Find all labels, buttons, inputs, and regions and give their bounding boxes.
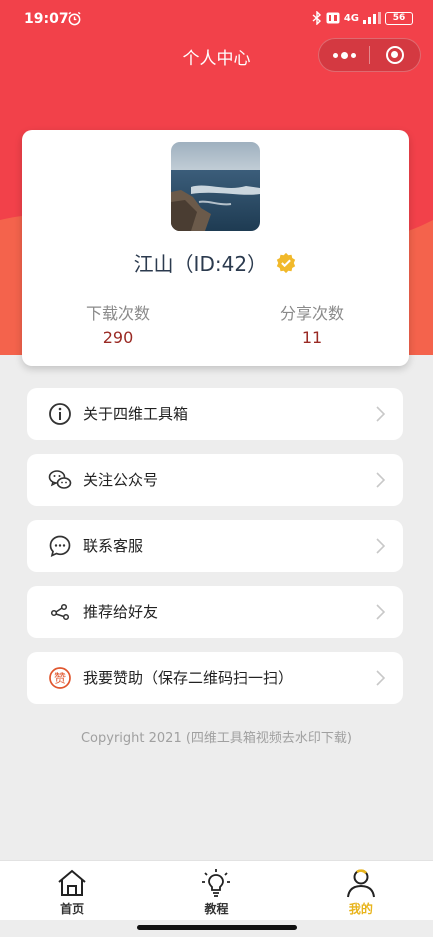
mini-program-capsule bbox=[318, 38, 421, 72]
copyright-text: Copyright 2021 (四维工具箱视频去水印下载) bbox=[80, 731, 352, 746]
status-indicators: 4G 56 bbox=[312, 11, 413, 25]
network-type: 4G bbox=[343, 12, 359, 24]
navigation-bar: 个人中心 bbox=[0, 38, 433, 74]
avatar-image bbox=[171, 142, 260, 231]
chevron-right-icon bbox=[376, 472, 385, 488]
tab-label: 首页 bbox=[60, 902, 85, 916]
tab-tutorial[interactable]: 教程 bbox=[144, 861, 288, 920]
menu-label: 推荐给好友 bbox=[83, 603, 159, 621]
username: 江山（ID:42） bbox=[133, 252, 268, 276]
status-time: 19:07 bbox=[24, 11, 69, 27]
menu-label: 关于四维工具箱 bbox=[83, 405, 189, 423]
avatar[interactable] bbox=[171, 142, 260, 231]
profile-card: 江山（ID:42） 下载次数 290 分享次数 11 bbox=[22, 130, 409, 366]
bluetooth-icon bbox=[312, 11, 321, 25]
share-count-stat: 分享次数 11 bbox=[247, 300, 377, 347]
chat-bubble-icon bbox=[49, 535, 71, 557]
menu-item-sponsor[interactable]: 赞 我要赞助（保存二维码扫一扫） bbox=[27, 652, 403, 704]
sponsor-icon: 赞 bbox=[49, 667, 71, 689]
share-icon bbox=[50, 603, 70, 621]
tab-mine[interactable]: 我的 bbox=[289, 861, 433, 920]
target-circle-icon bbox=[386, 46, 404, 64]
stat-label: 分享次数 bbox=[279, 304, 344, 323]
home-indicator bbox=[137, 925, 297, 930]
chevron-right-icon bbox=[376, 406, 385, 422]
menu-item-follow-official-account[interactable]: 关注公众号 bbox=[27, 454, 403, 506]
menu-label: 关注公众号 bbox=[83, 471, 159, 489]
home-icon bbox=[58, 869, 86, 896]
chevron-right-icon bbox=[376, 670, 385, 686]
bottom-tab-bar: 首页 教程 我的 bbox=[0, 860, 433, 920]
more-dot-icon bbox=[350, 52, 356, 58]
tab-label: 我的 bbox=[348, 902, 373, 916]
info-icon bbox=[49, 403, 71, 425]
wechat-icon bbox=[48, 470, 72, 489]
menu-label: 我要赞助（保存二维码扫一扫） bbox=[83, 669, 294, 687]
menu-item-recommend-to-friends[interactable]: 推荐给好友 bbox=[27, 586, 403, 638]
stat-value: 11 bbox=[301, 328, 323, 347]
stat-label: 下载次数 bbox=[85, 304, 150, 323]
lightbulb-icon bbox=[202, 869, 231, 897]
menu-item-contact-support[interactable]: 联系客服 bbox=[27, 520, 403, 572]
alarm-icon bbox=[68, 11, 81, 26]
signal-icon bbox=[363, 12, 381, 24]
download-count-stat: 下载次数 290 bbox=[53, 300, 183, 347]
battery-indicator: 56 bbox=[385, 11, 413, 25]
hd-icon bbox=[326, 12, 340, 24]
user-icon bbox=[346, 869, 375, 898]
more-menu-button[interactable] bbox=[319, 39, 369, 71]
username-row: 江山（ID:42） bbox=[22, 248, 409, 277]
verified-badge-icon bbox=[277, 252, 296, 274]
menu-label: 联系客服 bbox=[83, 537, 144, 555]
more-dot-icon bbox=[332, 52, 338, 58]
tab-home[interactable]: 首页 bbox=[0, 861, 144, 920]
more-dot-icon bbox=[340, 51, 348, 59]
menu-item-about[interactable]: 关于四维工具箱 bbox=[27, 388, 403, 440]
tab-label: 教程 bbox=[204, 902, 229, 916]
chevron-right-icon bbox=[376, 604, 385, 620]
chevron-right-icon bbox=[376, 538, 385, 554]
stat-value: 290 bbox=[102, 328, 134, 347]
status-bar: 19:07 4G 56 bbox=[0, 0, 433, 38]
svg-text:赞: 赞 bbox=[54, 672, 66, 686]
close-mini-program-button[interactable] bbox=[370, 39, 420, 71]
